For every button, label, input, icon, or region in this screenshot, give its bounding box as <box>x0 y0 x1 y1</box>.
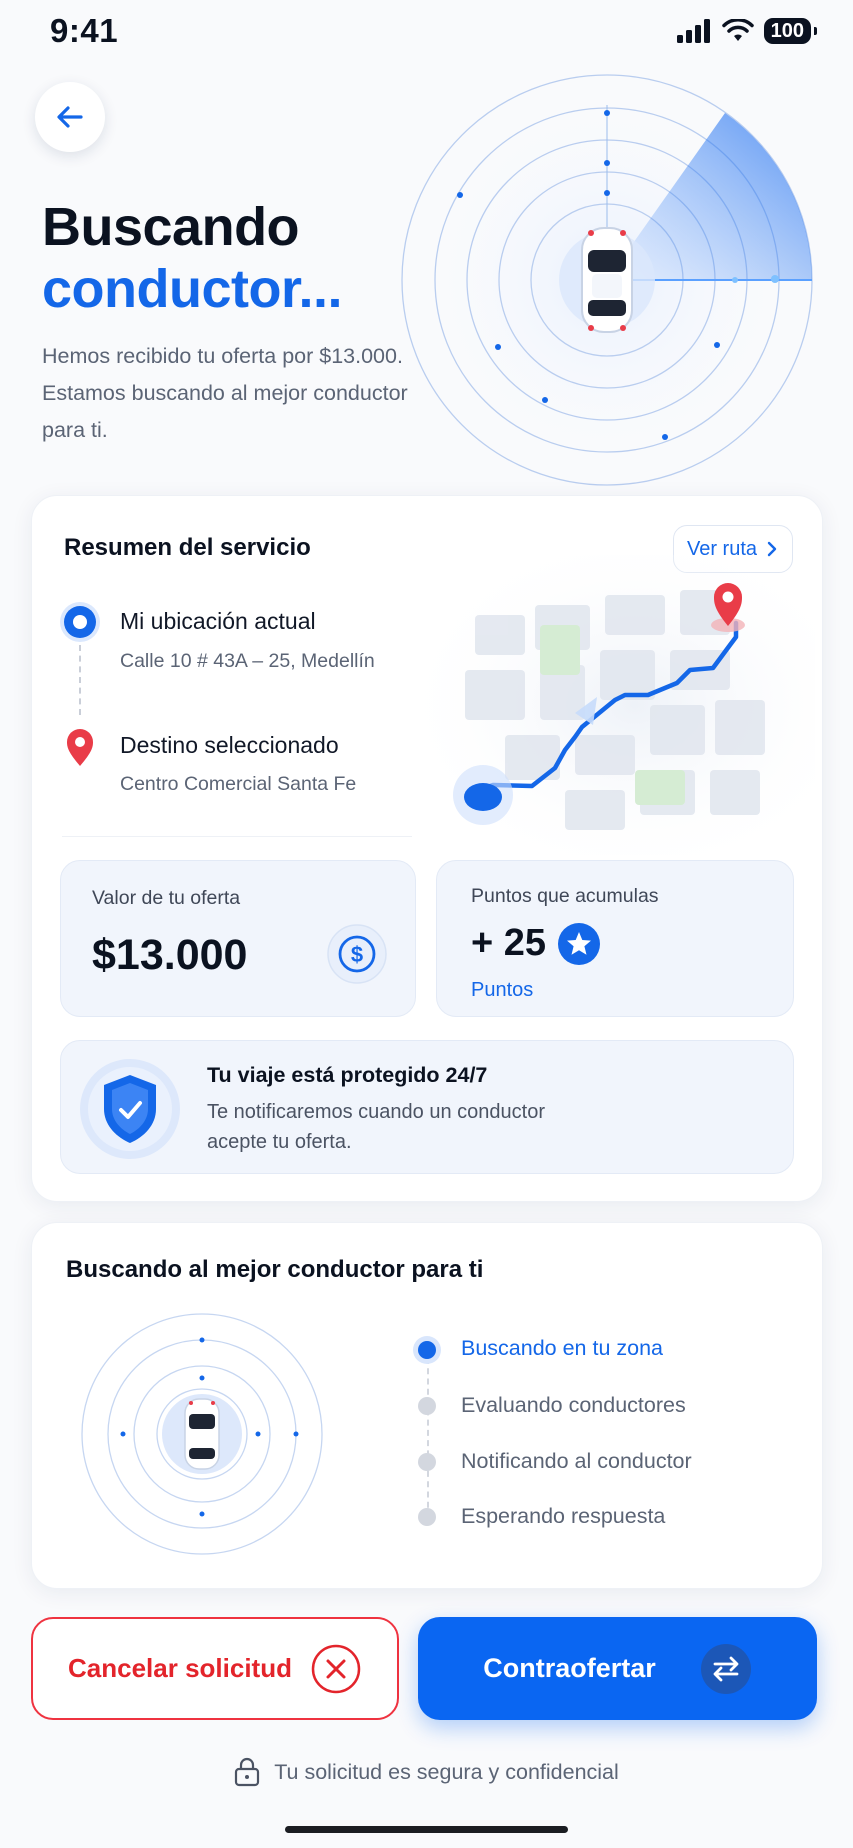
radar-illustration <box>401 74 813 486</box>
step-indicator-2 <box>418 1397 436 1415</box>
page-title: Buscando <box>42 197 300 257</box>
points-unit: Puntos <box>471 979 534 1001</box>
route-map[interactable] <box>415 555 815 855</box>
points-value: + 25 <box>471 922 547 964</box>
origin-address: Calle 10 # 43A – 25, Medellín <box>120 650 375 672</box>
signal-icon <box>676 19 710 43</box>
battery-icon: 100 <box>763 18 818 44</box>
security-note-text: Tu solicitud es segura y confidencial <box>274 1759 619 1784</box>
step-indicator-4 <box>418 1508 436 1526</box>
steps-connector <box>427 1358 429 1518</box>
offer-value: $13.000 <box>92 931 248 979</box>
protection-title: Tu viaje está protegido 24/7 <box>207 1063 488 1087</box>
destination-address: Centro Comercial Santa Fe <box>120 773 357 795</box>
points-label: Puntos que acumulas <box>471 885 659 907</box>
step-label-2: Evaluando conductores <box>461 1393 686 1417</box>
shield-icon <box>80 1059 180 1159</box>
star-icon <box>558 923 600 965</box>
counteroffer-label: Contraofertar <box>483 1653 656 1683</box>
location-pin-icon <box>67 729 93 766</box>
small-radar-illustration <box>81 1313 323 1555</box>
step-label-4: Esperando respuesta <box>461 1504 666 1528</box>
swap-icon <box>700 1643 751 1694</box>
counteroffer-button[interactable]: Contraofertar <box>418 1617 817 1720</box>
wifi-icon <box>721 19 754 41</box>
status-icons: 100 <box>676 18 818 44</box>
divider <box>62 836 412 837</box>
protection-text-line2: acepte tu oferta. <box>207 1131 352 1153</box>
security-note: Tu solicitud es segura y confidencial <box>0 1757 853 1787</box>
back-arrow-icon <box>57 106 83 128</box>
step-indicator-1 <box>418 1341 436 1359</box>
status-time: 9:41 <box>50 12 119 49</box>
search-title: Buscando al mejor conductor para ti <box>66 1256 484 1283</box>
page-title-highlight: conductor... <box>42 259 343 319</box>
svg-text:$: $ <box>351 942 363 967</box>
page-subtitle: Hemos recibido tu oferta por $13.000. Es… <box>42 344 408 442</box>
origin-marker-icon <box>64 606 96 638</box>
protection-text-line1: Te notificaremos cuando un conductor <box>207 1101 545 1123</box>
home-indicator[interactable] <box>285 1826 568 1833</box>
close-icon <box>311 1644 361 1693</box>
step-label-3: Notificando al conductor <box>461 1449 692 1473</box>
cancel-request-label: Cancelar solicitud <box>68 1653 292 1683</box>
cancel-request-button[interactable]: Cancelar solicitud <box>31 1617 399 1720</box>
step-label-1: Buscando en tu zona <box>461 1336 664 1360</box>
service-summary-title: Resumen del servicio <box>64 534 311 561</box>
origin-title: Mi ubicación actual <box>120 608 316 634</box>
step-indicator-3 <box>418 1453 436 1471</box>
destination-title: Destino seleccionado <box>120 732 339 758</box>
dollar-icon: $ <box>327 924 387 984</box>
offer-label: Valor de tu oferta <box>92 887 241 909</box>
back-button[interactable] <box>35 82 105 152</box>
lock-icon <box>235 1757 260 1787</box>
route-connector <box>79 645 81 715</box>
